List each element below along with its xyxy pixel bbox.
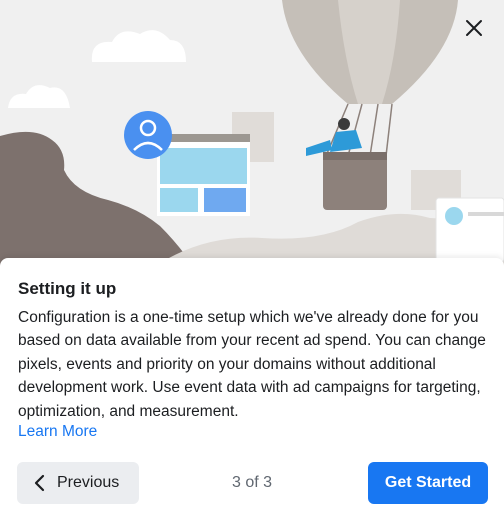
previous-button-label: Previous xyxy=(57,474,120,491)
get-started-button[interactable]: Get Started xyxy=(368,462,488,504)
close-icon xyxy=(466,20,482,36)
dialog-description: Configuration is a one-time setup which … xyxy=(18,309,486,420)
previous-button[interactable]: Previous xyxy=(17,462,139,504)
person-avatar-icon xyxy=(124,111,172,159)
step-indicator: 3 of 3 xyxy=(231,474,273,491)
dialog-title: Setting it up xyxy=(18,279,117,298)
setup-dialog: Setting it up Configuration is a one-tim… xyxy=(0,0,504,512)
balloon-scene-illustration xyxy=(0,0,504,270)
chevron-left-icon xyxy=(33,474,47,492)
close-button[interactable] xyxy=(458,12,490,44)
header-illustration xyxy=(0,0,504,270)
learn-more-link[interactable]: Learn More xyxy=(18,422,97,442)
